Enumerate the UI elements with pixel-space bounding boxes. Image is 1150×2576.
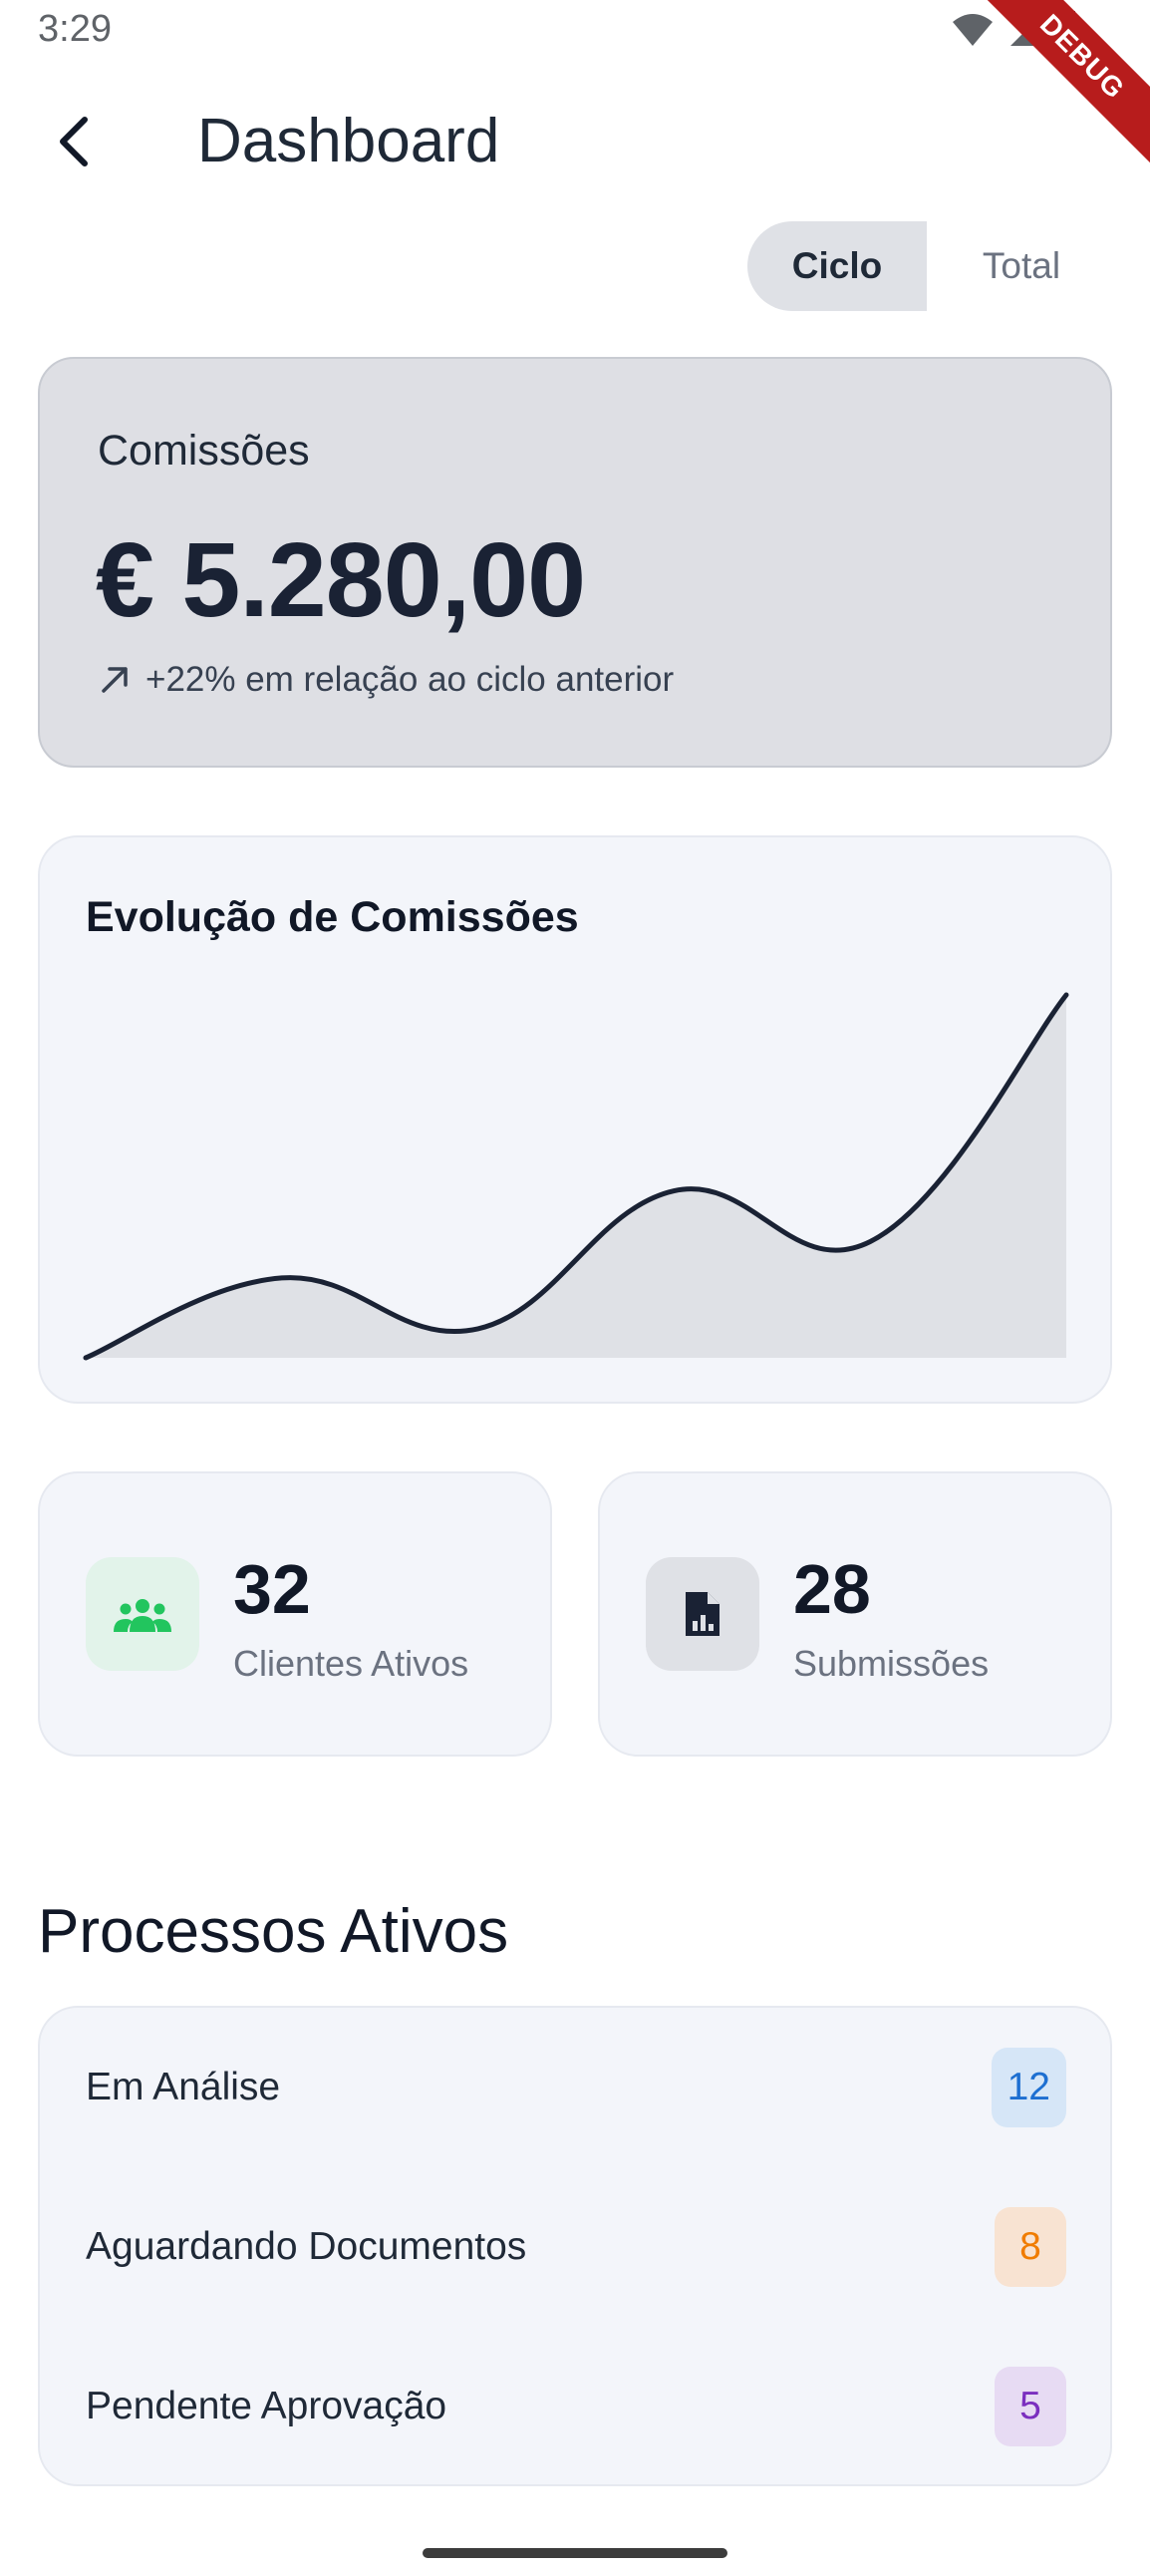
- toggle-ciclo[interactable]: Ciclo: [747, 221, 927, 311]
- process-row-documents[interactable]: Aguardando Documentos 8: [86, 2207, 1066, 2287]
- process-row-approval[interactable]: Pendente Aprovação 5: [86, 2367, 1066, 2446]
- page-title: Dashboard: [197, 107, 500, 175]
- stat-card-clients[interactable]: 32 Clientes Ativos: [38, 1471, 552, 1757]
- people-icon: [114, 1599, 171, 1632]
- submissions-count: 28: [793, 1550, 871, 1628]
- wifi-icon: [953, 14, 993, 46]
- trend-up-icon: [102, 667, 128, 693]
- dashboard-screen: 3:29 DEBUG Dashboard Ciclo Total Comissõ…: [0, 0, 1150, 2576]
- process-label: Aguardando Documentos: [86, 2225, 527, 2268]
- submissions-label: Submissões: [793, 1643, 990, 1684]
- chart-area-fill: [86, 995, 1066, 1358]
- back-arrow-icon: [60, 117, 88, 166]
- clients-icon-box: [86, 1557, 199, 1671]
- commissions-value: € 5.280,00: [96, 521, 586, 639]
- home-indicator[interactable]: [423, 2548, 727, 2558]
- trend-text: +22% em relação ao ciclo anterior: [145, 660, 675, 699]
- document-chart-icon: [686, 1592, 719, 1636]
- toggle-total[interactable]: Total: [927, 221, 1116, 311]
- evolution-chart-card: Evolução de Comissões: [38, 835, 1112, 1404]
- commissions-card: Comissões € 5.280,00 +22% em relação ao …: [38, 357, 1112, 768]
- process-count-badge: 8: [995, 2207, 1066, 2287]
- period-toggle: Ciclo Total: [747, 221, 1116, 311]
- processes-title: Processos Ativos: [38, 1897, 509, 1966]
- commissions-label: Comissões: [98, 427, 310, 475]
- evolution-chart: [83, 992, 1069, 1361]
- stat-card-submissions[interactable]: 28 Submissões: [598, 1471, 1112, 1757]
- commissions-trend: +22% em relação ao ciclo anterior: [98, 660, 674, 700]
- status-time: 3:29: [38, 8, 112, 50]
- process-label: Pendente Aprovação: [86, 2385, 447, 2427]
- clients-label: Clientes Ativos: [233, 1643, 469, 1684]
- process-label: Em Análise: [86, 2066, 281, 2108]
- back-button[interactable]: [44, 104, 104, 179]
- process-count-badge: 12: [991, 2048, 1066, 2127]
- process-row-analysis[interactable]: Em Análise 12: [86, 2048, 1066, 2127]
- process-count-badge: 5: [995, 2367, 1066, 2446]
- processes-card: Em Análise 12 Aguardando Documentos 8 Pe…: [38, 2006, 1112, 2486]
- clients-count: 32: [233, 1550, 311, 1628]
- submissions-icon-box: [646, 1557, 759, 1671]
